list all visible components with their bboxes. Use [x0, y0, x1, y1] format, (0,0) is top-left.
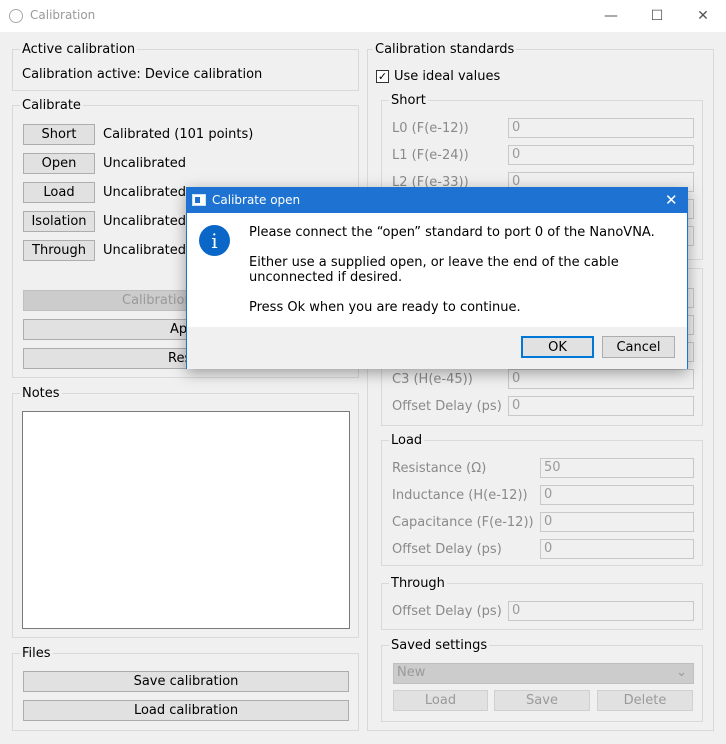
dialog-close-icon[interactable]: ✕: [665, 191, 678, 209]
saved-load-button[interactable]: Load: [393, 690, 488, 711]
calibrate-open-dialog: Calibrate open ✕ i Please connect the “o…: [186, 187, 688, 369]
window-title: Calibration: [30, 8, 96, 22]
capacitance-label: Capacitance (F(e-12)): [392, 515, 534, 530]
active-calibration-label: Active calibration: [20, 42, 138, 57]
saved-settings-selected: New: [397, 665, 426, 680]
minimize-button[interactable]: —: [588, 0, 634, 32]
inductance-field[interactable]: 0: [540, 485, 694, 505]
info-icon: i: [199, 225, 230, 256]
load-status: Uncalibrated: [103, 185, 187, 200]
dialog-title-bar: Calibrate open ✕: [187, 188, 687, 213]
dialog-message-line2b: unconnected if desired.: [249, 270, 403, 285]
app-icon: [9, 9, 23, 23]
c3-field[interactable]: 0: [508, 369, 694, 389]
through-button[interactable]: Through: [23, 240, 95, 261]
l1-field[interactable]: 0: [508, 145, 694, 165]
open-offset-label: Offset Delay (ps): [392, 399, 502, 414]
files-label: Files: [20, 646, 53, 661]
title-bar: Calibration — ☐ ✕: [0, 0, 726, 32]
through-status: Uncalibrated: [103, 243, 187, 258]
open-button[interactable]: Open: [23, 153, 95, 174]
load-button[interactable]: Load: [23, 182, 95, 203]
dialog-cancel-button[interactable]: Cancel: [602, 336, 675, 358]
dialog-message-line1: Please connect the “open” standard to po…: [249, 225, 655, 240]
calibrate-label: Calibrate: [20, 98, 83, 113]
notes-label: Notes: [20, 386, 62, 401]
through-offset-label: Offset Delay (ps): [392, 604, 502, 619]
save-calibration-button[interactable]: Save calibration: [23, 671, 349, 692]
l0-label: L0 (F(e-12)): [392, 121, 469, 136]
close-window-button[interactable]: ✕: [680, 0, 726, 32]
calibration-assistant-label: Calibration: [122, 293, 193, 308]
load-calibration-button[interactable]: Load calibration: [23, 700, 349, 721]
notes-textarea[interactable]: [22, 411, 350, 629]
resistance-label: Resistance (Ω): [392, 461, 487, 476]
dialog-footer: OK Cancel: [187, 327, 687, 369]
dialog-ok-button[interactable]: OK: [521, 336, 594, 358]
dialog-message-line3: Press Ok when you are ready to continue.: [249, 300, 521, 315]
saved-delete-button[interactable]: Delete: [597, 690, 693, 711]
saved-settings-select[interactable]: New ⌄: [393, 663, 694, 684]
isolation-status: Uncalibrated: [103, 214, 187, 229]
short-status: Calibrated (101 points): [103, 127, 254, 142]
chevron-down-icon: ⌄: [676, 665, 687, 680]
open-offset-field[interactable]: 0: [508, 396, 694, 416]
through-offset-field[interactable]: 0: [508, 601, 694, 621]
dialog-title: Calibrate open: [212, 193, 301, 207]
saved-save-button[interactable]: Save: [494, 690, 590, 711]
apply-label: Ap: [170, 322, 188, 337]
dialog-app-icon: [192, 194, 206, 206]
l1-label: L1 (F(e-24)): [392, 148, 469, 163]
resistance-field[interactable]: 50: [540, 458, 694, 478]
load-offset-label: Offset Delay (ps): [392, 542, 502, 557]
load-standard-label: Load: [389, 433, 425, 448]
calibration-standards-label: Calibration standards: [373, 42, 517, 57]
use-ideal-label: Use ideal values: [394, 69, 501, 84]
inductance-label: Inductance (H(e-12)): [392, 488, 528, 503]
calibration-status: Calibration active: Device calibration: [22, 67, 263, 82]
load-offset-field[interactable]: 0: [540, 539, 694, 559]
open-status: Uncalibrated: [103, 156, 187, 171]
short-standard-label: Short: [389, 93, 428, 108]
l0-field[interactable]: 0: [508, 118, 694, 138]
maximize-button[interactable]: ☐: [634, 0, 680, 32]
capacitance-field[interactable]: 0: [540, 512, 694, 532]
dialog-message-line2a: Either use a supplied open, or leave the…: [249, 255, 619, 270]
c3-label: C3 (H(e-45)): [392, 372, 473, 387]
isolation-button[interactable]: Isolation: [23, 211, 95, 232]
saved-settings-label: Saved settings: [389, 638, 490, 653]
use-ideal-checkbox[interactable]: ✓: [376, 70, 389, 83]
through-standard-label: Through: [389, 576, 447, 591]
short-button[interactable]: Short: [23, 124, 95, 145]
